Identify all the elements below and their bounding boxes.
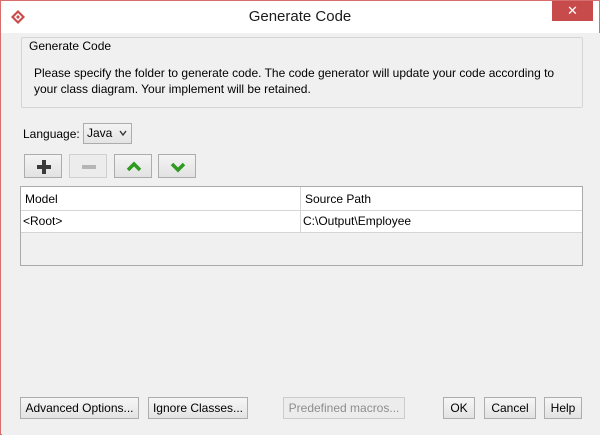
close-button[interactable]: ✕	[552, 1, 593, 21]
remove-button[interactable]	[69, 154, 107, 178]
generate-code-dialog: Generate Code ✕ Generate Code Please spe…	[0, 0, 600, 435]
table-row[interactable]: <Root> C:\Output\Employee	[21, 211, 582, 233]
table-header: Model Source Path	[21, 187, 582, 211]
chevron-down-icon	[170, 162, 186, 173]
model-cell[interactable]: <Root>	[21, 211, 301, 232]
close-icon: ✕	[567, 3, 578, 18]
group-legend: Generate Code	[26, 39, 115, 53]
chevron-up-icon	[126, 161, 142, 172]
language-label: Language:	[23, 127, 80, 141]
chevron-down-icon	[119, 130, 127, 137]
move-down-button[interactable]	[158, 154, 196, 178]
language-selected-value: Java	[87, 126, 113, 140]
ignore-classes-button[interactable]: Ignore Classes...	[148, 397, 248, 419]
title-bar[interactable]: Generate Code ✕	[1, 1, 599, 33]
add-button[interactable]	[24, 154, 62, 178]
column-header-source-path[interactable]: Source Path	[301, 187, 582, 211]
help-button[interactable]: Help	[544, 397, 582, 419]
advanced-options-button[interactable]: Advanced Options...	[20, 397, 139, 419]
dialog-content: Generate Code Please specify the folder …	[2, 33, 600, 435]
window-title: Generate Code	[248, 8, 352, 25]
ok-button[interactable]: OK	[443, 397, 475, 419]
predefined-macros-button[interactable]: Predefined macros...	[283, 397, 405, 419]
plus-icon	[37, 160, 51, 174]
group-description: Please specify the folder to generate co…	[34, 66, 555, 96]
minus-icon	[82, 165, 96, 169]
column-header-model[interactable]: Model	[21, 187, 301, 211]
language-select[interactable]: Java	[83, 123, 132, 144]
source-path-cell[interactable]: C:\Output\Employee	[301, 211, 582, 232]
model-path-table[interactable]: Model Source Path <Root> C:\Output\Emplo…	[20, 186, 583, 266]
cancel-button[interactable]: Cancel	[484, 397, 536, 419]
move-up-button[interactable]	[114, 154, 152, 178]
